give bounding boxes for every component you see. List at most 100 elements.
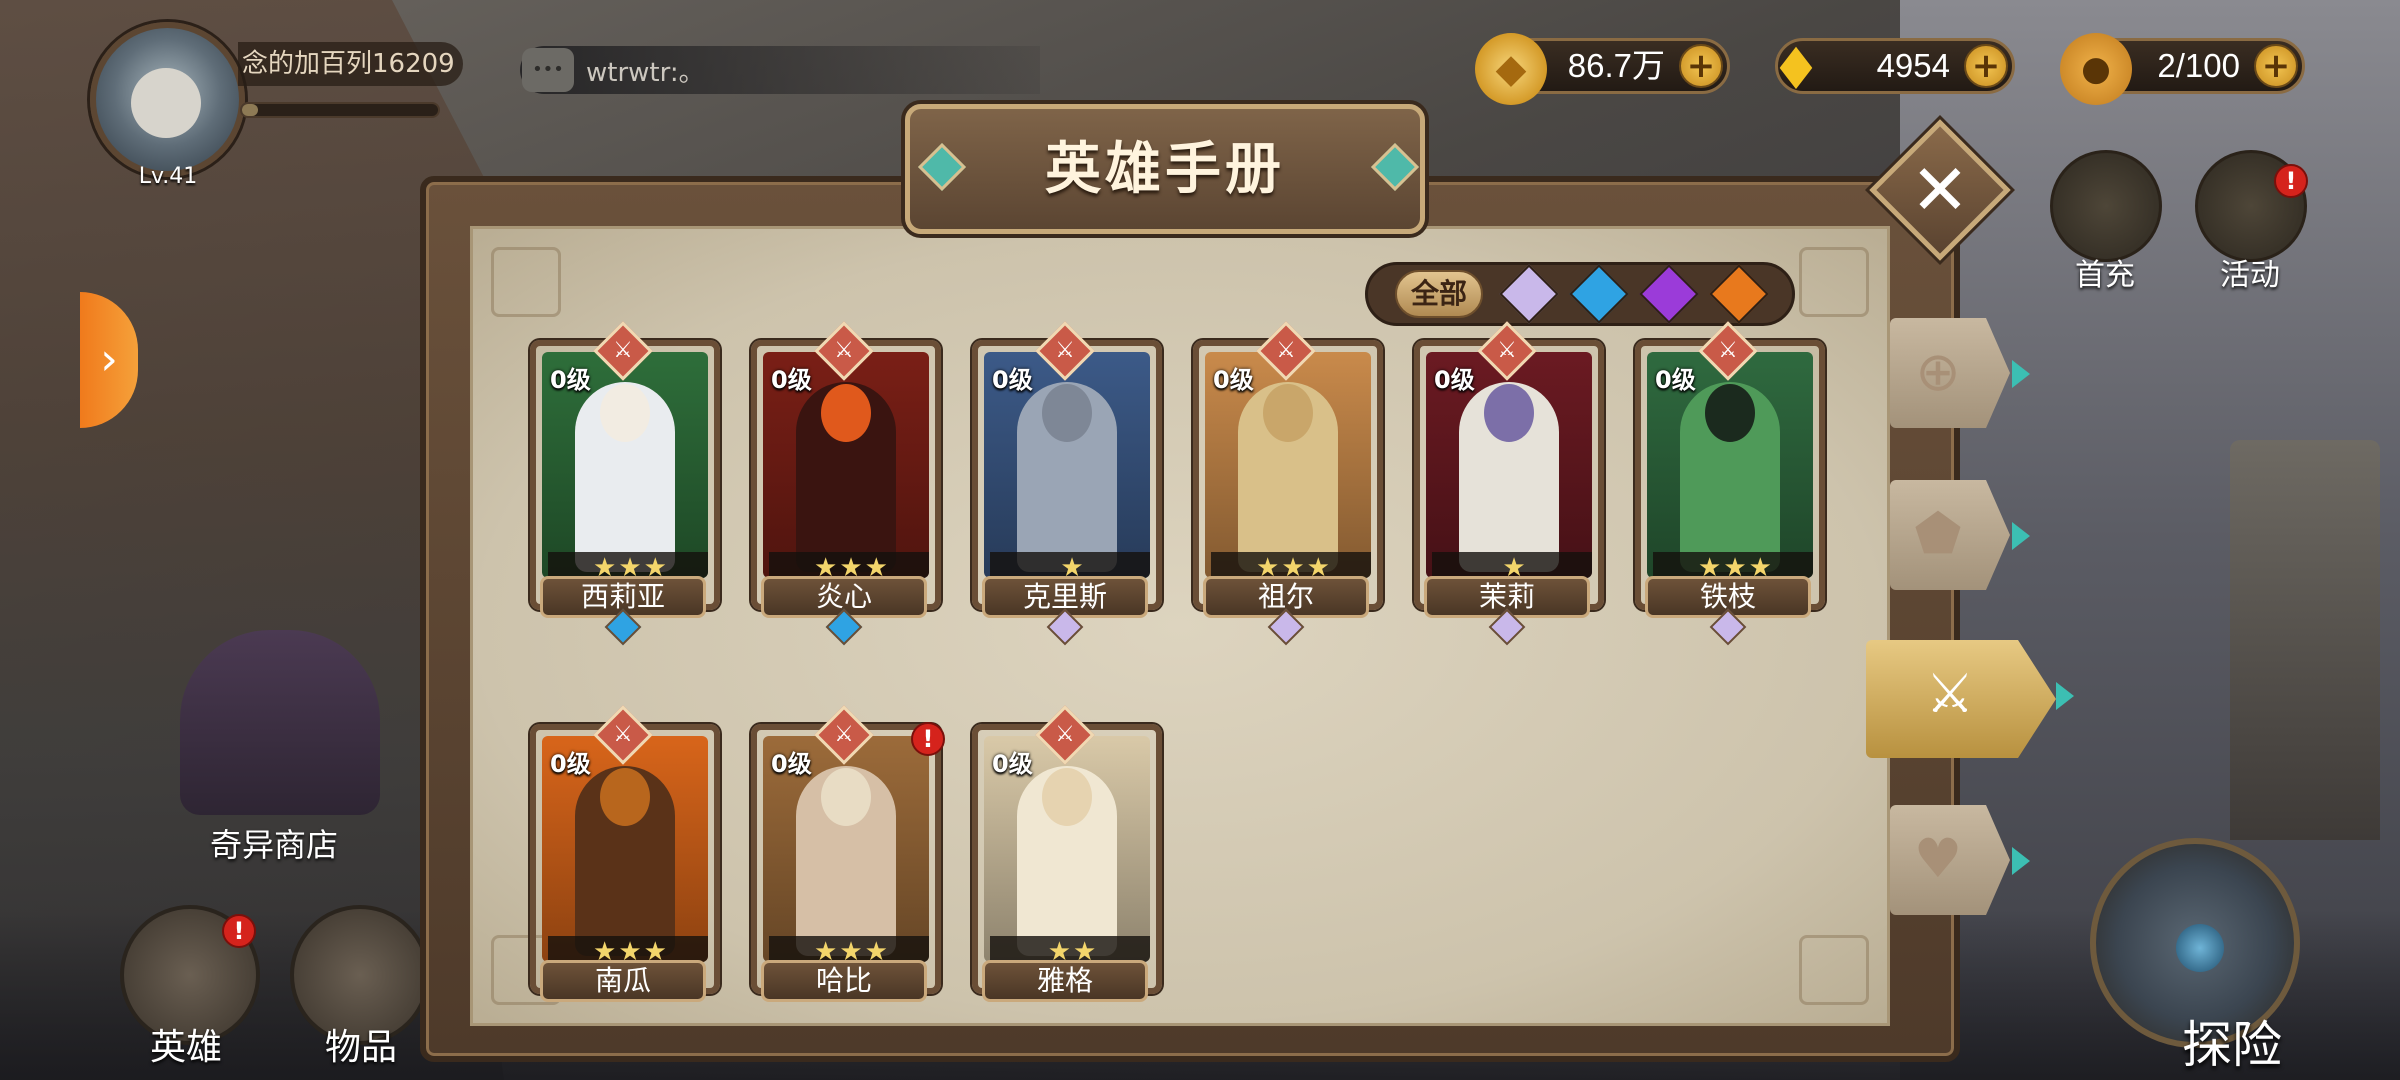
explore-label: 探险 <box>2182 1016 2282 1074</box>
ornament-corner <box>1799 247 1869 317</box>
hero-level: 0级 <box>550 366 591 394</box>
hero-head <box>1042 768 1092 826</box>
hero-name: 哈比 <box>761 960 927 1002</box>
add-stamina-button[interactable]: + <box>2254 44 2298 88</box>
hero-name: 雅格 <box>982 960 1148 1002</box>
tab-pointer-icon <box>2012 522 2030 550</box>
hero-stars: ★★★ <box>1211 552 1371 578</box>
hero-stars: ★★★ <box>1653 552 1813 578</box>
player-avatar[interactable] <box>90 22 245 177</box>
hero-card[interactable]: 0级 ★★ ⚔ 雅格 <box>972 705 1162 1014</box>
hero-card-frame: 0级 ★★★ <box>530 340 720 610</box>
hero-portrait: 0级 ★★★ <box>763 736 929 962</box>
player-exp-bar <box>240 102 440 118</box>
hero-alert-badge: ! <box>911 722 945 756</box>
hero-level: 0级 <box>992 750 1033 778</box>
hero-head <box>821 768 871 826</box>
filter-all-button[interactable]: 全部 <box>1395 270 1483 318</box>
shield-icon: ⬟ <box>1914 502 1962 565</box>
hero-level: 0级 <box>1655 366 1696 394</box>
chat-bubble-icon[interactable]: ••• <box>522 48 574 92</box>
hero-stars: ★★★ <box>548 936 708 962</box>
close-icon[interactable]: ✕ <box>1890 140 1990 240</box>
hero-card-frame: 0级 ★ <box>1414 340 1604 610</box>
hero-portrait: 0级 ★★★ <box>1205 352 1371 578</box>
hero-card[interactable]: 0级 ★★★ ⚔ 祖尔 <box>1193 321 1383 646</box>
hero-level: 0级 <box>1213 366 1254 394</box>
first-recharge-label: 首充 <box>2075 258 2135 293</box>
hero-head <box>1042 384 1092 442</box>
explore-gem-icon <box>2176 924 2224 972</box>
hero-card-frame: 0级 ★★★ <box>1635 340 1825 610</box>
grid-icon: ⊕ <box>1915 340 1961 403</box>
diamond-resource: ♦ 4954 + <box>1770 35 2015 103</box>
hero-card-frame: 0级 ★★★ <box>751 724 941 994</box>
hero-level: 0级 <box>771 366 812 394</box>
hero-card-frame: 0级 ★★★ <box>1193 340 1383 610</box>
player-name: 念的加百列16209 <box>238 42 463 86</box>
gold-resource: ◆ 86.7万 + <box>1475 33 1730 105</box>
hero-head <box>1263 384 1313 442</box>
hero-stars: ★★★ <box>769 936 929 962</box>
event-label: 活动 <box>2220 258 2280 293</box>
hero-card[interactable]: 0级 ★★★ ⚔ 西莉亚 <box>530 321 720 646</box>
hero-portrait: 0级 ★ <box>1426 352 1592 578</box>
avatar-portrait <box>131 68 201 138</box>
hero-level: 0级 <box>992 366 1033 394</box>
hero-card[interactable]: 0级 ★ ⚔ 克里斯 <box>972 321 1162 646</box>
tab-pointer-icon <box>2056 682 2074 710</box>
hero-portrait: 0级 ★★★ <box>1647 352 1813 578</box>
add-gold-button[interactable]: + <box>1679 44 1723 88</box>
player-level: Lv.41 <box>138 164 198 189</box>
diamond-icon: ♦ <box>1770 35 1822 103</box>
ornament-corner <box>1799 935 1869 1005</box>
hero-name: 南瓜 <box>540 960 706 1002</box>
first-recharge-icon[interactable] <box>2050 150 2162 262</box>
sword-icon: ⚔ <box>1497 338 1517 363</box>
sword-icon: ⚔ <box>613 338 633 363</box>
hero-stars: ★★ <box>990 936 1150 962</box>
hero-head <box>600 768 650 826</box>
hero-card[interactable]: 0级 ★★★ ⚔ 南瓜 <box>530 705 720 1014</box>
ornament-corner <box>491 247 561 317</box>
hero-portrait: 0级 ★★★ <box>542 736 708 962</box>
gold-value: 86.7万 <box>1567 47 1665 84</box>
sword-icon: ⚔ <box>1276 338 1296 363</box>
sword-icon: ⚔ <box>1718 338 1738 363</box>
hero-head <box>1484 384 1534 442</box>
hero-head <box>821 384 871 442</box>
hero-portrait: 0级 ★ <box>984 352 1150 578</box>
hero-card[interactable]: 0级 ★★★ ⚔ 铁枝 <box>1635 321 1825 646</box>
hero-level: 0级 <box>771 750 812 778</box>
strange-shop-building[interactable] <box>180 630 380 815</box>
heart-icon: ♥ <box>1913 827 1963 890</box>
add-diamond-button[interactable]: + <box>1964 44 2008 88</box>
hero-portrait: 0级 ★★ <box>984 736 1150 962</box>
gold-coin-icon: ◆ <box>1475 33 1547 105</box>
tab-pointer-icon <box>2012 847 2030 875</box>
sword-icon: ⚔ <box>834 722 854 747</box>
sword-icon: ⚔ <box>613 722 633 747</box>
hero-card[interactable]: 0级 ★ ⚔ 茉莉 <box>1414 321 1604 646</box>
hero-stars: ★★★ <box>548 552 708 578</box>
hero-card-frame: 0级 ★★★ <box>530 724 720 994</box>
nav-hero-label: 英雄 <box>150 1027 223 1068</box>
hero-card[interactable]: 0级 ★★★ ⚔ 炎心 <box>751 321 941 646</box>
stamina-food-icon: ● <box>2060 33 2132 105</box>
hero-card[interactable]: 0级 ★★★ ⚔ 哈比! <box>751 705 945 1014</box>
hero-portrait: 0级 ★★★ <box>542 352 708 578</box>
hero-portrait: 0级 ★★★ <box>763 352 929 578</box>
hero-level: 0级 <box>550 750 591 778</box>
diamond-value: 4954 <box>1876 47 1950 84</box>
sword-icon: ⚔ <box>1055 722 1075 747</box>
sword-icon: ⚔ <box>1055 338 1075 363</box>
background-tower <box>2230 440 2380 840</box>
hero-alert-badge: ! <box>222 914 256 948</box>
event-alert-badge: ! <box>2274 164 2308 198</box>
hero-card-frame: 0级 ★ <box>972 340 1162 610</box>
tab-pointer-icon <box>2012 360 2030 388</box>
stamina-value: 2/100 <box>2157 47 2240 84</box>
hero-stars: ★ <box>1432 552 1592 578</box>
sword-icon: ⚔ <box>1925 662 1975 725</box>
hero-head <box>1705 384 1755 442</box>
